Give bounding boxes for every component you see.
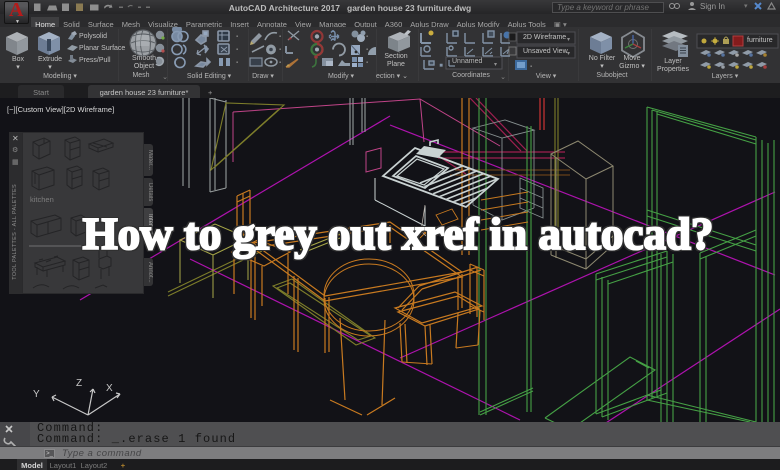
svg-text:▪: ▪ — [236, 60, 238, 66]
svg-text:▪: ▪ — [366, 47, 368, 53]
svg-text:▪: ▪ — [236, 34, 238, 40]
svg-text:Y: Y — [33, 389, 40, 400]
svg-text:Sign In: Sign In — [700, 2, 725, 11]
svg-text:▪: ▪ — [530, 64, 532, 70]
svg-text:▪: ▪ — [279, 60, 281, 66]
svg-text:▪: ▪ — [440, 63, 442, 69]
svg-text:▪: ▪ — [279, 34, 281, 40]
svg-text:▪: ▪ — [366, 60, 368, 66]
svg-text:Z: Z — [76, 378, 82, 389]
svg-text:X: X — [106, 383, 113, 394]
svg-text:▪: ▪ — [366, 34, 368, 40]
svg-text:▪: ▪ — [279, 47, 281, 53]
svg-text:▾: ▾ — [744, 3, 748, 10]
svg-text:▪: ▪ — [236, 47, 238, 53]
